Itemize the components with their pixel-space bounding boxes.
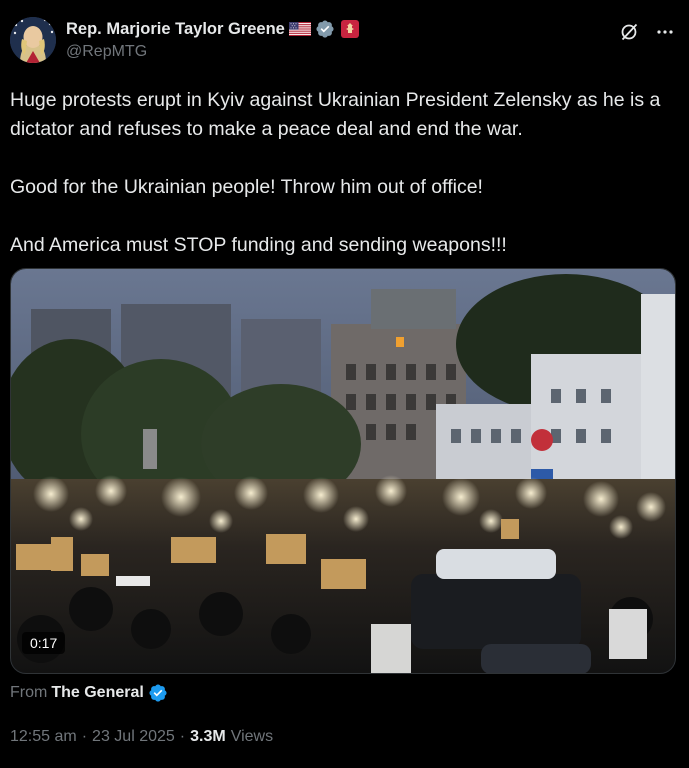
- video-player[interactable]: [10, 268, 676, 674]
- meta-separator: ·: [81, 728, 88, 745]
- house-seal-icon[interactable]: [340, 20, 359, 38]
- meta-separator: ·: [179, 728, 186, 745]
- us-flag-icon: [288, 22, 311, 36]
- source-name-link[interactable]: The General: [51, 684, 143, 702]
- gray-verified-badge-icon[interactable]: [315, 19, 335, 39]
- media-source: From The General: [10, 683, 168, 703]
- tweet-date[interactable]: 23 Jul 2025: [92, 728, 175, 746]
- tweet-time[interactable]: 12:55 am: [10, 728, 77, 746]
- more-icon[interactable]: [655, 22, 675, 42]
- views-count: 3.3M: [190, 728, 226, 745]
- tweet-paragraph: Huge protests erupt in Kyiv against Ukra…: [10, 89, 661, 140]
- author-avatar[interactable]: [10, 17, 56, 63]
- source-from-label: From: [10, 684, 48, 701]
- views-label: Views: [230, 728, 274, 745]
- tweet-text: Huge protests erupt in Kyiv against Ukra…: [10, 86, 680, 289]
- video-duration: 0:17: [22, 632, 66, 654]
- video-frame: [11, 269, 675, 673]
- grok-icon[interactable]: [619, 22, 639, 42]
- author-display-name[interactable]: Rep. Marjorie Taylor Greene: [66, 20, 285, 39]
- blue-verified-badge-icon[interactable]: [148, 683, 168, 703]
- tweet-paragraph: Good for the Ukrainian people! Throw him…: [10, 176, 483, 198]
- tweet-detail: Rep. Marjorie Taylor Greene @RepMTG Huge…: [0, 0, 689, 768]
- author-handle[interactable]: @RepMTG: [66, 43, 147, 61]
- header-actions: [619, 22, 675, 42]
- tweet-paragraph: And America must STOP funding and sendin…: [10, 234, 507, 256]
- tweet-meta: 12:55 am · 23 Jul 2025 · 3.3M Views: [10, 728, 273, 746]
- author-name-row: Rep. Marjorie Taylor Greene: [66, 19, 359, 39]
